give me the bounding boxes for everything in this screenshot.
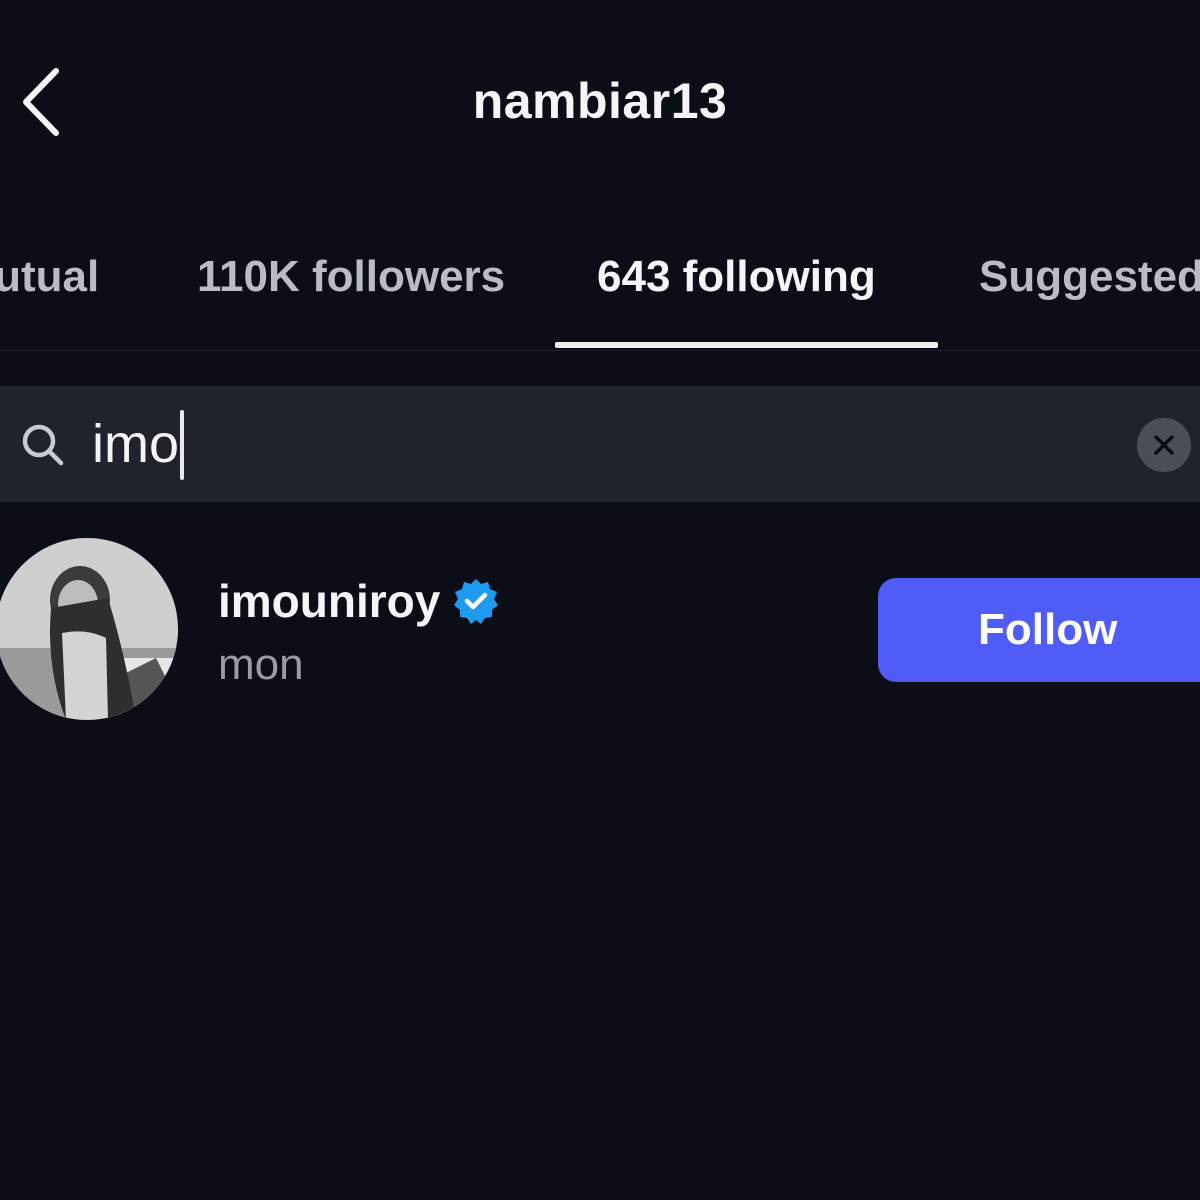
follow-button[interactable]: Follow <box>878 578 1200 682</box>
text-caret <box>180 410 184 480</box>
tab-bar: mutual 110K followers 643 following Sugg… <box>0 240 1200 351</box>
tab-followers[interactable]: 110K followers <box>197 252 505 302</box>
tab-following[interactable]: 643 following <box>597 252 876 302</box>
verified-badge-icon <box>454 579 499 624</box>
avatar-photo <box>0 538 178 720</box>
active-tab-indicator <box>555 342 938 348</box>
full-name: mon <box>218 640 304 689</box>
search-icon <box>22 424 64 466</box>
search-input[interactable] <box>92 406 992 482</box>
tab-mutual[interactable]: mutual <box>0 252 99 302</box>
search-bar <box>0 386 1200 502</box>
clear-icon <box>1154 435 1174 455</box>
following-screen: nambiar13 mutual 110K followers 643 foll… <box>0 0 1200 1200</box>
page-title: nambiar13 <box>472 73 728 129</box>
username-line: imouniroy <box>218 574 500 628</box>
clear-search-button[interactable] <box>1137 418 1191 472</box>
username[interactable]: imouniroy <box>218 574 440 628</box>
avatar[interactable] <box>0 538 178 720</box>
list-item[interactable]: imouniroy mon Follow <box>0 530 1200 730</box>
tab-suggested[interactable]: Suggested <box>979 252 1200 302</box>
